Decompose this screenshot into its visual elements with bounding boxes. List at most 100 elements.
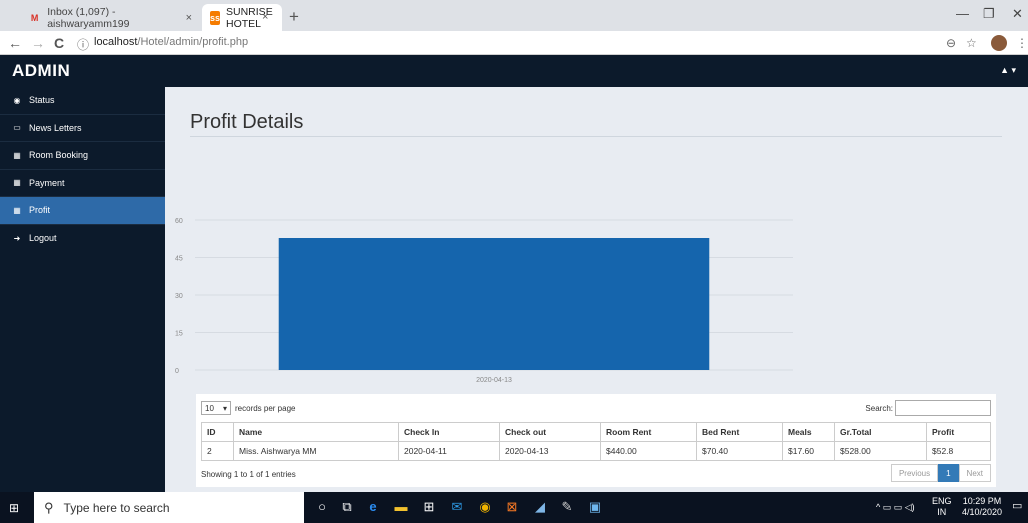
- sidebar-item-label: Logout: [29, 233, 57, 244]
- clock[interactable]: 10:29 PM 4/10/2020: [954, 496, 1010, 518]
- address-bar: ← → C ⓘ localhost/Hotel/admin/profit.php…: [0, 31, 1028, 55]
- tab-inbox[interactable]: M Inbox (1,097) - aishwaryamm199 ×: [20, 4, 200, 31]
- search-icon: ⚲: [44, 499, 54, 515]
- zoom-icon[interactable]: ⊖: [946, 36, 956, 50]
- table-header-row: ID Name Check In Check out Room Rent Bed…: [201, 422, 991, 442]
- y-tick-label: 0: [175, 368, 179, 375]
- taskbar: ⊞ ⚲ Type here to search ○ ⧉ e ▬ ⊞ ✉ ◉ ⊠ …: [0, 492, 1028, 523]
- y-tick-label: 45: [175, 256, 183, 263]
- profit-table-panel: 10 ▾ records per page Search: ID Name Ch…: [196, 394, 996, 487]
- task-view-icon[interactable]: ⧉: [338, 499, 356, 515]
- back-button[interactable]: ←: [8, 35, 22, 51]
- sidebar-item-logout[interactable]: ➜ Logout: [0, 225, 165, 253]
- sidebar-item-profit[interactable]: ▦ Profit: [0, 197, 165, 225]
- y-tick-label: 60: [175, 218, 183, 225]
- clock-time: 10:29 PM: [962, 496, 1002, 506]
- mail-icon[interactable]: ✉: [448, 499, 466, 515]
- column-header[interactable]: Name: [233, 422, 399, 442]
- url-field[interactable]: localhost/Hotel/admin/profit.php: [94, 36, 248, 48]
- taskbar-search-placeholder: Type here to search: [63, 500, 170, 515]
- store-icon[interactable]: ⊞: [420, 499, 438, 515]
- sidebar-item-label: News Letters: [29, 122, 82, 133]
- page-1-button[interactable]: 1: [938, 464, 959, 482]
- table-cell: $52.8: [926, 441, 991, 461]
- chrome-icon[interactable]: ◉: [476, 499, 494, 515]
- paint-icon[interactable]: ✎: [558, 499, 576, 515]
- profile-avatar[interactable]: [991, 35, 1007, 51]
- sidebar-item-room-booking[interactable]: ▦ Room Booking: [0, 142, 165, 170]
- tray-icons[interactable]: ^ ▭ ▭ ◁): [876, 502, 915, 513]
- sidebar-item-status[interactable]: ◉ Status: [0, 87, 165, 115]
- column-header[interactable]: Check out: [499, 422, 601, 442]
- app-icon[interactable]: ▣: [586, 499, 604, 515]
- search-label: Search:: [865, 403, 893, 413]
- tab-label: Inbox (1,097) - aishwaryamm199: [47, 5, 130, 30]
- table-cell: $528.00: [834, 441, 927, 461]
- maximize-button[interactable]: ❐: [983, 6, 995, 22]
- language-indicator[interactable]: ENG IN: [932, 496, 952, 518]
- page-length-value: 10: [205, 403, 214, 413]
- windows-start-icon[interactable]: ⊞: [9, 501, 19, 515]
- previous-page-button[interactable]: Previous: [890, 464, 939, 482]
- chart-bar[interactable]: [278, 238, 710, 370]
- sidebar-item-label: Profit: [29, 205, 51, 216]
- cortana-icon[interactable]: ○: [313, 499, 331, 514]
- next-page-button[interactable]: Next: [958, 464, 991, 482]
- column-header[interactable]: Bed Rent: [696, 422, 783, 442]
- reload-button[interactable]: C: [54, 35, 64, 51]
- search-input[interactable]: [895, 400, 991, 416]
- new-tab-button[interactable]: +: [289, 7, 299, 27]
- sidebar-item-news-letters[interactable]: ▭ News Letters: [0, 115, 165, 142]
- star-icon[interactable]: ☆: [966, 36, 977, 50]
- file-explorer-icon[interactable]: ▬: [392, 499, 410, 514]
- xampp-icon[interactable]: ⊠: [503, 499, 521, 515]
- table-cell: $440.00: [600, 441, 697, 461]
- url-path: /Hotel/admin/profit.php: [137, 36, 249, 48]
- top-navbar: ADMIN ▲ ▾: [0, 55, 1028, 87]
- table-icon: ▦: [13, 178, 21, 188]
- sidebar-item-label: Status: [29, 95, 55, 106]
- column-header[interactable]: Room Rent: [600, 422, 697, 442]
- browser-menu-icon[interactable]: ⋮: [1016, 36, 1028, 50]
- notifications-icon[interactable]: ▭: [1012, 501, 1022, 512]
- table-cell: 2020-04-13: [499, 441, 601, 461]
- info-icon[interactable]: ⓘ: [77, 36, 89, 53]
- bar-chart-icon: ▦: [13, 150, 21, 160]
- column-header[interactable]: ID: [201, 422, 234, 442]
- dashboard-icon: ◉: [13, 95, 21, 105]
- taskbar-search[interactable]: ⚲ Type here to search: [34, 492, 304, 523]
- brand-title[interactable]: ADMIN: [12, 61, 70, 81]
- table-cell: $70.40: [696, 441, 783, 461]
- page-length-select[interactable]: 10 ▾: [201, 401, 231, 415]
- table-row: 2 Miss. Aishwarya MM 2020-04-11 2020-04-…: [201, 441, 991, 461]
- y-tick-label: 30: [175, 293, 183, 300]
- table-cell: Miss. Aishwarya MM: [233, 441, 399, 461]
- editor-icon[interactable]: ◢: [531, 499, 549, 515]
- close-window-button[interactable]: ✕: [1012, 6, 1023, 22]
- minimize-button[interactable]: —: [956, 6, 969, 21]
- chevron-down-icon: ▾: [222, 403, 227, 413]
- pagination: Previous 1 Next: [890, 464, 991, 482]
- column-header[interactable]: Gr.Total: [834, 422, 927, 442]
- table-cell: 2020-04-11: [398, 441, 500, 461]
- page-title: Profit Details: [190, 111, 304, 133]
- column-header[interactable]: Meals: [782, 422, 835, 442]
- tab-sunrise-hotel[interactable]: ss SUNRISE HOTEL: [202, 4, 282, 31]
- clock-date: 4/10/2020: [961, 507, 1003, 517]
- column-header[interactable]: Profit: [926, 422, 991, 442]
- url-host: localhost: [94, 36, 138, 48]
- close-tab-icon[interactable]: ×: [262, 11, 268, 23]
- forward-button[interactable]: →: [31, 35, 45, 51]
- sidebar: ◉ Status ▭ News Letters ▦ Room Booking ▦…: [0, 87, 165, 492]
- user-menu-icon[interactable]: ▲ ▾: [1000, 65, 1016, 76]
- table-search: Search:: [865, 400, 991, 416]
- y-tick-label: 15: [175, 331, 183, 338]
- profit-table: ID Name Check In Check out Room Rent Bed…: [201, 422, 991, 461]
- table-cell: $17.60: [782, 441, 835, 461]
- gmail-icon: M: [30, 12, 39, 23]
- edge-icon[interactable]: e: [364, 499, 382, 514]
- sidebar-item-payment[interactable]: ▦ Payment: [0, 170, 165, 197]
- close-tab-icon[interactable]: ×: [186, 12, 192, 24]
- column-header[interactable]: Check In: [398, 422, 500, 442]
- table-cell: 2: [201, 441, 234, 461]
